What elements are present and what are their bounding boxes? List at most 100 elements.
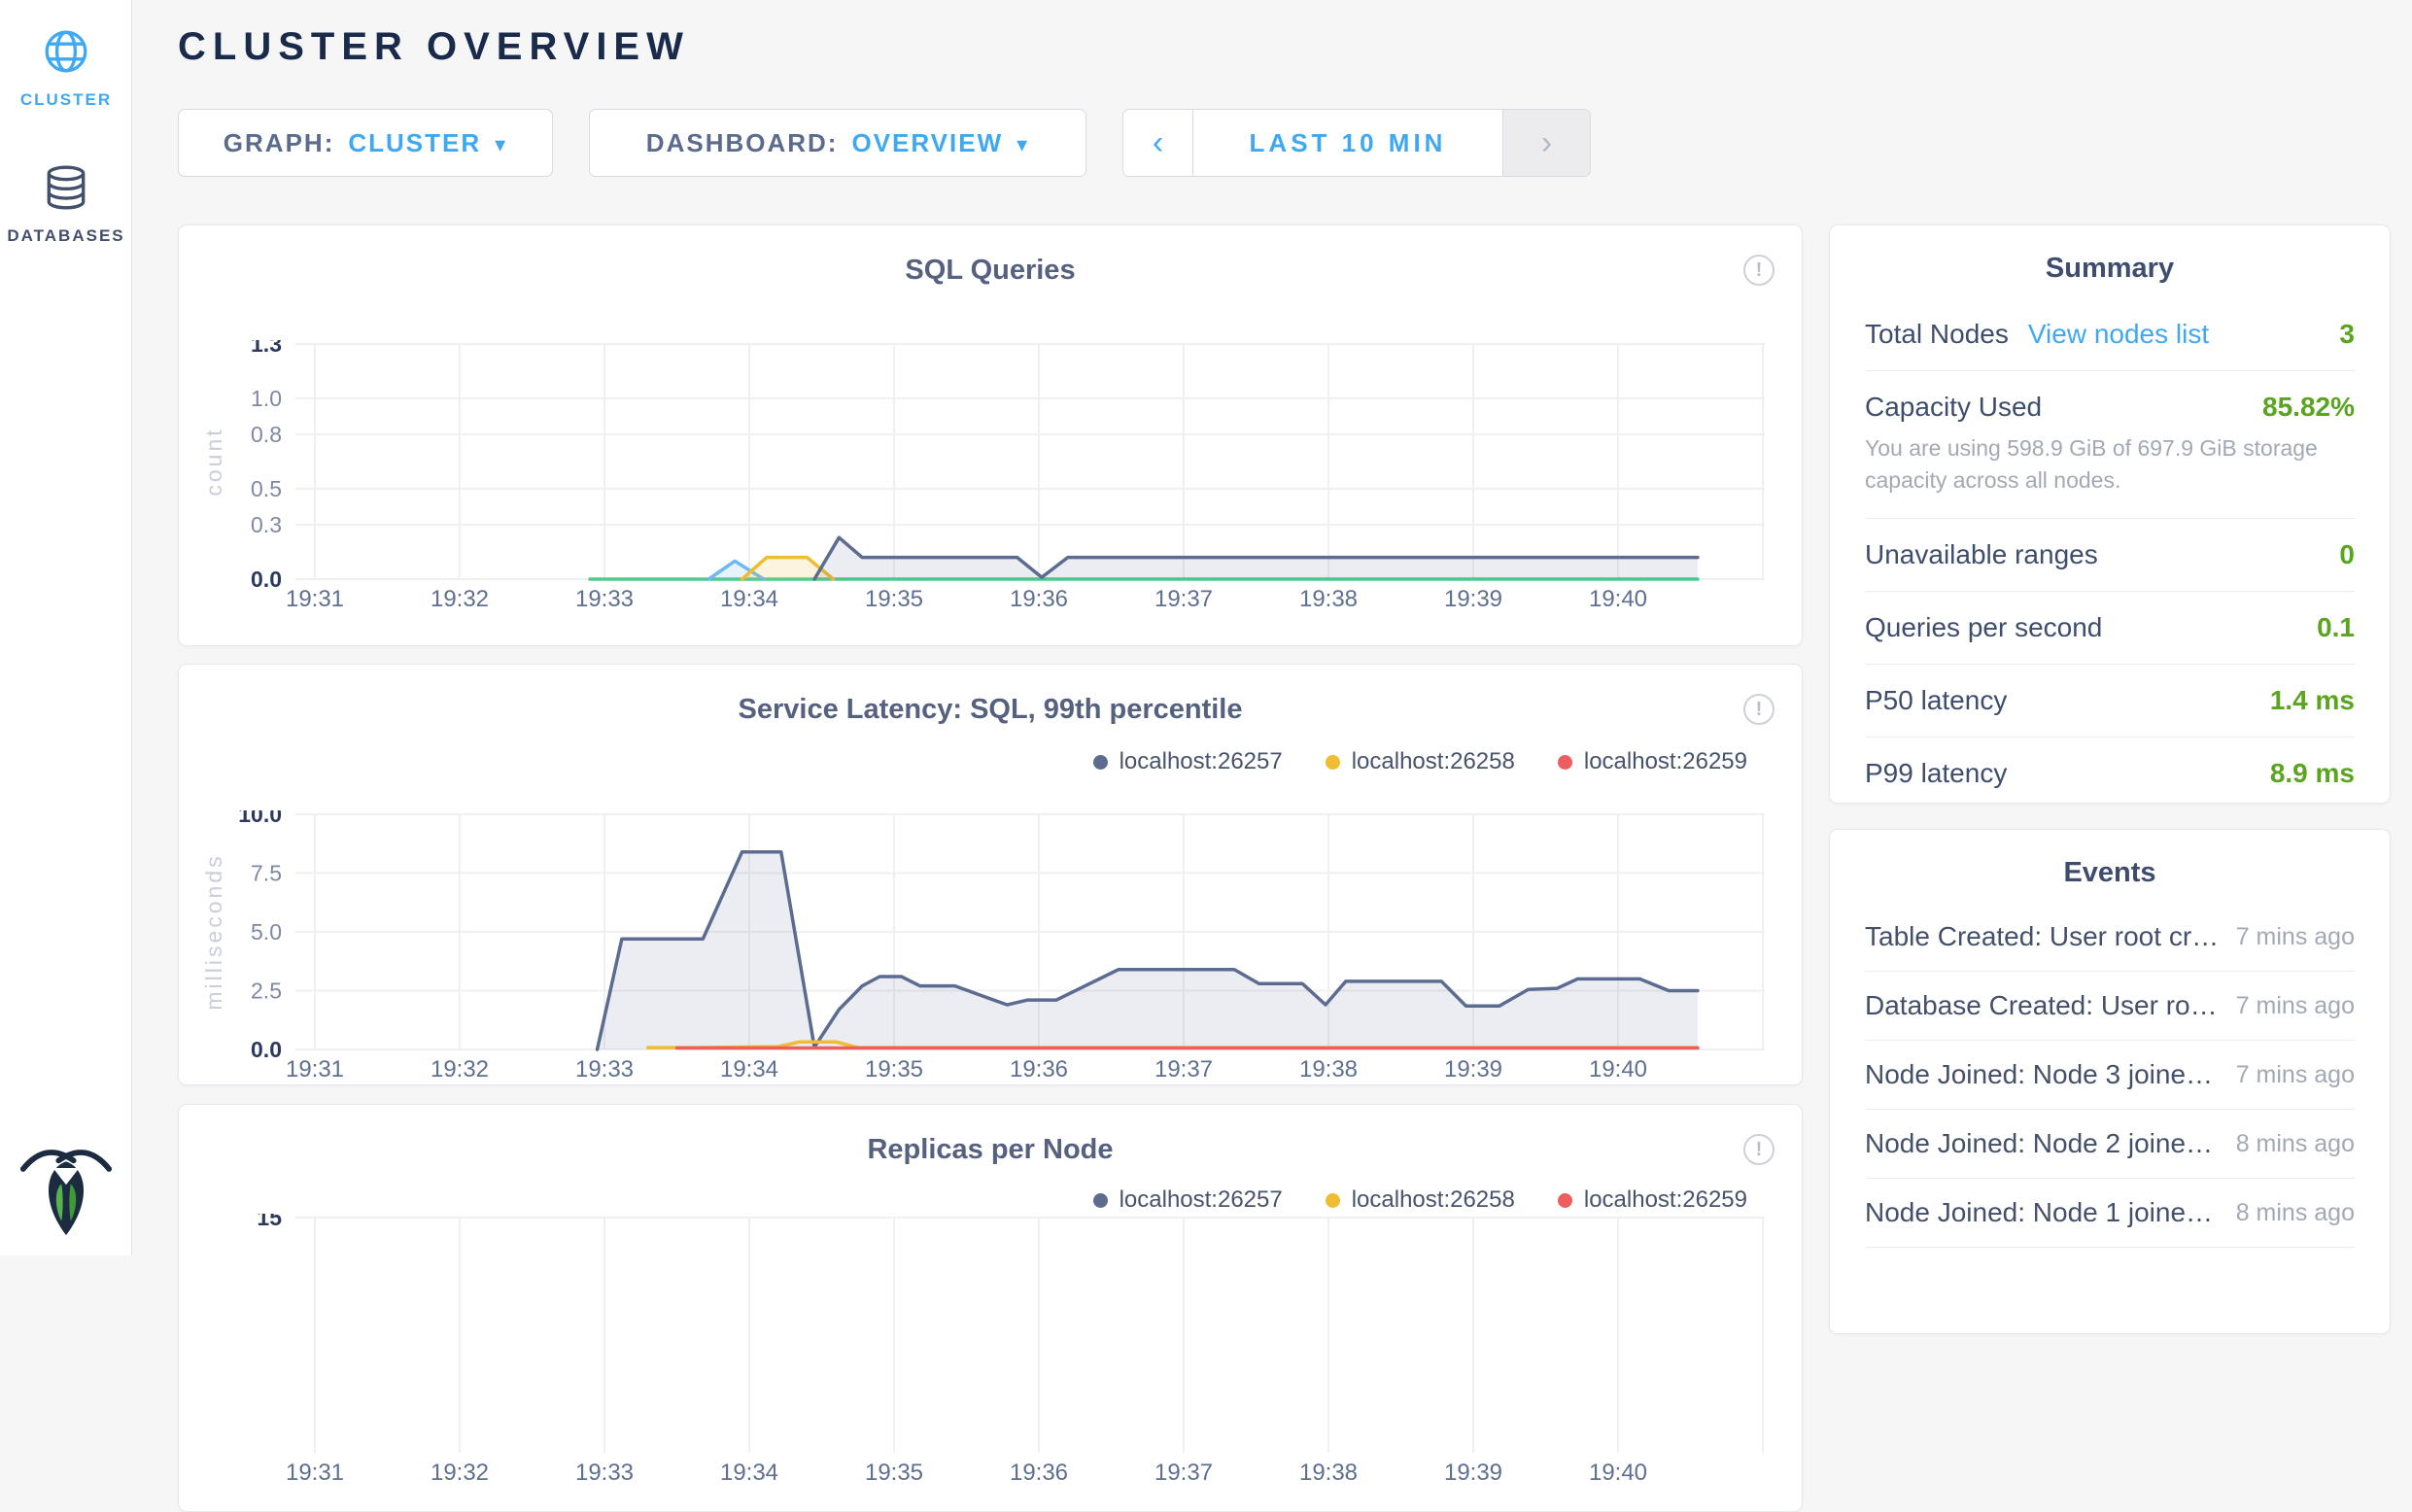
svg-text:19:35: 19:35 xyxy=(865,1460,923,1486)
legend-label: localhost:26257 xyxy=(1120,748,1283,775)
svg-text:19:37: 19:37 xyxy=(1154,586,1213,612)
time-range-label[interactable]: LAST 10 MIN xyxy=(1193,110,1502,176)
sql-queries-plot: 0.00.30.50.81.01.319:3119:3219:3319:3419… xyxy=(198,340,1784,612)
svg-text:19:36: 19:36 xyxy=(1010,586,1068,612)
svg-text:19:40: 19:40 xyxy=(1589,586,1647,612)
summary-row-value: 85.82% xyxy=(2262,392,2355,423)
summary-row-label: P50 latency xyxy=(1865,685,2007,716)
controls-bar: GRAPH: CLUSTER ▾ DASHBOARD: OVERVIEW ▾ ‹… xyxy=(178,109,1591,177)
event-row: Node Joined: Node 1 joined...8 mins ago xyxy=(1865,1178,2355,1247)
svg-text:19:31: 19:31 xyxy=(286,586,344,612)
svg-text:0.8: 0.8 xyxy=(251,422,282,447)
svg-text:milliseconds: milliseconds xyxy=(201,853,226,1010)
summary-row: Unavailable ranges0 xyxy=(1865,518,2355,591)
chevron-down-icon: ▾ xyxy=(1016,132,1029,157)
events-panel: Events Table Created: User root cre...7 … xyxy=(1829,829,2391,1334)
divider xyxy=(1865,1247,2355,1248)
event-text: Table Created: User root cre... xyxy=(1865,921,2236,952)
svg-text:19:32: 19:32 xyxy=(431,1460,489,1486)
legend-dot-icon xyxy=(1326,755,1340,770)
svg-text:19:40: 19:40 xyxy=(1589,1056,1647,1082)
dashboard-dropdown[interactable]: DASHBOARD: OVERVIEW ▾ xyxy=(589,109,1086,177)
graph-dropdown[interactable]: GRAPH: CLUSTER ▾ xyxy=(178,109,553,177)
event-text: Database Created: User roo... xyxy=(1865,990,2236,1021)
chart-title: Replicas per Node xyxy=(179,1134,1802,1166)
summary-row-label: Unavailable ranges xyxy=(1865,539,2098,570)
event-rows: Table Created: User root cre...7 mins ag… xyxy=(1865,903,2355,1247)
event-text: Node Joined: Node 2 joined... xyxy=(1865,1128,2236,1159)
svg-text:0.5: 0.5 xyxy=(251,476,282,501)
legend-label: localhost:26259 xyxy=(1584,748,1747,775)
svg-text:19:33: 19:33 xyxy=(575,1460,634,1486)
legend-item[interactable]: localhost:26259 xyxy=(1558,748,1747,775)
graph-dropdown-value: CLUSTER xyxy=(348,128,481,158)
service-latency-plot: 0.02.55.07.510.019:3119:3219:3319:3419:3… xyxy=(198,810,1784,1082)
svg-text:0.0: 0.0 xyxy=(251,567,282,592)
summary-row: Queries per second0.1 xyxy=(1865,591,2355,664)
summary-title: Summary xyxy=(1865,253,2355,285)
svg-text:19:36: 19:36 xyxy=(1010,1460,1068,1486)
svg-text:19:34: 19:34 xyxy=(720,586,778,612)
view-nodes-list-link[interactable]: View nodes list xyxy=(2028,319,2209,350)
event-time: 7 mins ago xyxy=(2236,992,2355,1020)
summary-row: Total NodesView nodes list3 xyxy=(1865,298,2355,370)
event-text: Node Joined: Node 1 joined... xyxy=(1865,1197,2236,1228)
info-icon[interactable]: ! xyxy=(1743,694,1775,725)
svg-text:19:33: 19:33 xyxy=(575,1056,634,1082)
svg-text:19:38: 19:38 xyxy=(1299,1460,1358,1486)
events-title: Events xyxy=(1865,857,2355,889)
event-time: 7 mins ago xyxy=(2236,1061,2355,1089)
cockroachdb-logo xyxy=(0,1145,132,1243)
svg-text:19:39: 19:39 xyxy=(1444,1460,1502,1486)
summary-row-label: Queries per second xyxy=(1865,612,2102,643)
svg-text:19:39: 19:39 xyxy=(1444,1056,1502,1082)
svg-text:19:38: 19:38 xyxy=(1299,586,1358,612)
legend-item[interactable]: localhost:26258 xyxy=(1326,748,1515,775)
summary-row-value: 8.9 ms xyxy=(2270,758,2355,789)
chevron-down-icon: ▾ xyxy=(495,132,507,157)
event-row: Node Joined: Node 3 joined...7 mins ago xyxy=(1865,1040,2355,1109)
svg-text:19:32: 19:32 xyxy=(431,586,489,612)
svg-text:1.3: 1.3 xyxy=(251,340,282,357)
legend-dot-icon xyxy=(1093,1193,1108,1208)
service-latency-chart-card: Service Latency: SQL, 99th percentile ! … xyxy=(178,664,1803,1085)
svg-text:19:35: 19:35 xyxy=(865,1056,923,1082)
summary-row-label: P99 latency xyxy=(1865,758,2007,789)
svg-text:2.5: 2.5 xyxy=(251,979,282,1004)
sidebar-item-label: DATABASES xyxy=(0,226,132,246)
summary-row-value: 1.4 ms xyxy=(2270,685,2355,716)
time-range-selector: ‹ LAST 10 MIN › xyxy=(1122,109,1591,177)
chart-legend: localhost:26257 localhost:26258 localhost:… xyxy=(1093,748,1747,775)
legend-dot-icon xyxy=(1326,1193,1340,1208)
legend-item[interactable]: localhost:26259 xyxy=(1558,1186,1747,1214)
chart-title: SQL Queries xyxy=(179,255,1802,287)
event-time: 7 mins ago xyxy=(2236,923,2355,951)
chart-title: Service Latency: SQL, 99th percentile xyxy=(179,694,1802,726)
graph-dropdown-label: GRAPH: xyxy=(224,128,335,158)
summary-rows: Total NodesView nodes list3Capacity Used… xyxy=(1865,298,2355,809)
svg-text:19:31: 19:31 xyxy=(286,1056,344,1082)
legend-item[interactable]: localhost:26257 xyxy=(1093,1186,1283,1214)
sidebar-item-label: CLUSTER xyxy=(0,90,132,110)
dashboard-dropdown-label: DASHBOARD: xyxy=(646,128,839,158)
svg-text:19:34: 19:34 xyxy=(720,1460,778,1486)
svg-text:19:36: 19:36 xyxy=(1010,1056,1068,1082)
legend-item[interactable]: localhost:26257 xyxy=(1093,748,1283,775)
sidebar: CLUSTER DATABASES xyxy=(0,0,132,1255)
event-row: Node Joined: Node 2 joined...8 mins ago xyxy=(1865,1109,2355,1178)
info-icon[interactable]: ! xyxy=(1743,1134,1775,1165)
sidebar-item-databases[interactable]: DATABASES xyxy=(0,163,132,246)
svg-text:1.0: 1.0 xyxy=(251,386,282,411)
svg-text:19:38: 19:38 xyxy=(1299,1056,1358,1082)
time-range-prev-button[interactable]: ‹ xyxy=(1123,110,1193,176)
svg-text:0.3: 0.3 xyxy=(251,512,282,537)
page-title: CLUSTER OVERVIEW xyxy=(178,25,690,69)
event-time: 8 mins ago xyxy=(2236,1199,2355,1227)
legend-item[interactable]: localhost:26258 xyxy=(1326,1186,1515,1214)
info-icon[interactable]: ! xyxy=(1743,255,1775,286)
time-range-next-button[interactable]: › xyxy=(1502,110,1590,176)
summary-row: P50 latency 1.4 ms xyxy=(1865,664,2355,737)
sidebar-item-cluster[interactable]: CLUSTER xyxy=(0,27,132,110)
sql-queries-chart-card: SQL Queries ! 0.0 0.3 0.5 0.8 1.0 1.3 19:31 19:… xyxy=(178,224,1803,646)
chart-legend: localhost:26257 localhost:26258 localhost:… xyxy=(1093,1186,1747,1214)
